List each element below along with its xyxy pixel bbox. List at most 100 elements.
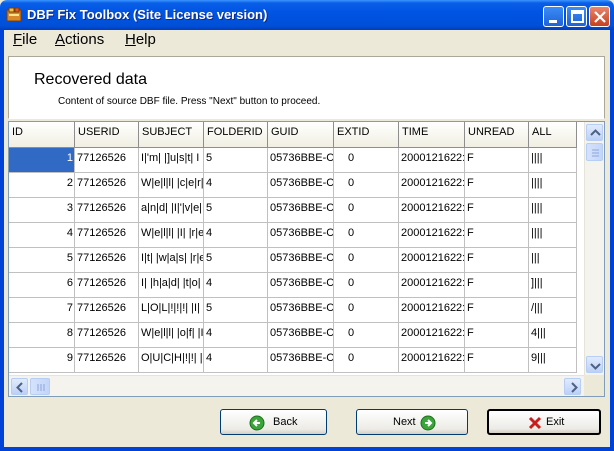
cell-subject[interactable]: I|'m| |]u|s|t| I (139, 148, 204, 173)
cell-all[interactable]: |||| (529, 173, 577, 198)
cell-userid[interactable]: 77126526 (75, 248, 139, 273)
column-header-subject[interactable]: SUBJECT (139, 122, 204, 148)
cell-folderid[interactable]: 5 (204, 198, 268, 223)
cell-extid[interactable]: 0 (334, 348, 399, 373)
cell-unread[interactable]: F (465, 273, 529, 298)
cell-id[interactable]: 5 (9, 248, 75, 273)
table-row[interactable]: 7 77126526 L|O|L|!|!|!| |I| 5 05736BBE-C 0 200… (9, 298, 584, 323)
minimize-button[interactable] (543, 6, 564, 27)
column-header-unread[interactable]: UNREAD (465, 122, 529, 148)
cell-folderid[interactable]: 4 (204, 173, 268, 198)
cell-userid[interactable]: 77126526 (75, 173, 139, 198)
horizontal-scroll-thumb[interactable] (30, 378, 50, 395)
cell-subject[interactable]: W|e|l|l| |c|e|r| (139, 173, 204, 198)
cell-extid[interactable]: 0 (334, 198, 399, 223)
cell-guid[interactable]: 05736BBE-C (268, 223, 334, 248)
cell-unread[interactable]: F (465, 298, 529, 323)
cell-guid[interactable]: 05736BBE-C (268, 198, 334, 223)
cell-guid[interactable]: 05736BBE-C (268, 273, 334, 298)
cell-userid[interactable]: 77126526 (75, 298, 139, 323)
cell-folderid[interactable]: 5 (204, 248, 268, 273)
menu-actions[interactable]: Actions (55, 31, 104, 48)
cell-subject[interactable]: I|t| |w|a|s| |r|e (139, 248, 204, 273)
cell-id[interactable]: 7 (9, 298, 75, 323)
cell-userid[interactable]: 77126526 (75, 348, 139, 373)
cell-id[interactable]: 6 (9, 273, 75, 298)
cell-folderid[interactable]: 4 (204, 323, 268, 348)
cell-userid[interactable]: 77126526 (75, 323, 139, 348)
scroll-down-button[interactable] (586, 356, 603, 373)
cell-subject[interactable]: W|e|l|l| |I| |r|e (139, 223, 204, 248)
column-header-time[interactable]: TIME (399, 122, 465, 148)
cell-all[interactable]: |||| (529, 198, 577, 223)
cell-id[interactable]: 2 (9, 173, 75, 198)
cell-id[interactable]: 1 (9, 148, 75, 173)
cell-time[interactable]: 2000121622: (399, 323, 465, 348)
cell-unread[interactable]: F (465, 323, 529, 348)
scroll-left-button[interactable] (11, 378, 28, 395)
cell-folderid[interactable]: 5 (204, 148, 268, 173)
cell-extid[interactable]: 0 (334, 173, 399, 198)
scroll-up-button[interactable] (586, 124, 603, 141)
close-button[interactable] (589, 6, 610, 27)
cell-all[interactable]: 9||| (529, 348, 577, 373)
cell-userid[interactable]: 77126526 (75, 148, 139, 173)
scroll-right-button[interactable] (564, 378, 581, 395)
cell-guid[interactable]: 05736BBE-C (268, 173, 334, 198)
menu-help[interactable]: Help (125, 31, 156, 48)
column-header-id[interactable]: ID (9, 122, 75, 148)
column-header-folderid[interactable]: FOLDERID (204, 122, 268, 148)
table-row[interactable]: 8 77126526 W|e|l|l| |o|f| |I 4 05736BBE-C 0 20… (9, 323, 584, 348)
column-header-userid[interactable]: USERID (75, 122, 139, 148)
cell-subject[interactable]: I| |h|a|d| |t|o| (139, 273, 204, 298)
cell-all[interactable]: ||| (529, 248, 577, 273)
cell-all[interactable]: |||| (529, 148, 577, 173)
cell-subject[interactable]: a|n|d| |I|'|v|e| (139, 198, 204, 223)
cell-time[interactable]: 2000121622: (399, 273, 465, 298)
cell-extid[interactable]: 0 (334, 298, 399, 323)
cell-guid[interactable]: 05736BBE-C (268, 298, 334, 323)
cell-folderid[interactable]: 5 (204, 298, 268, 323)
table-row[interactable]: 4 77126526 W|e|l|l| |I| |r|e 4 05736BBE-C 0 20… (9, 223, 584, 248)
cell-unread[interactable]: F (465, 348, 529, 373)
cell-unread[interactable]: F (465, 223, 529, 248)
cell-id[interactable]: 4 (9, 223, 75, 248)
exit-button[interactable]: Exit (487, 409, 601, 435)
cell-time[interactable]: 2000121622: (399, 148, 465, 173)
cell-unread[interactable]: F (465, 198, 529, 223)
cell-all[interactable]: |||| (529, 223, 577, 248)
horizontal-scrollbar[interactable] (9, 375, 584, 396)
cell-unread[interactable]: F (465, 173, 529, 198)
cell-extid[interactable]: 0 (334, 273, 399, 298)
cell-time[interactable]: 2000121622: (399, 348, 465, 373)
maximize-button[interactable] (566, 6, 587, 27)
cell-subject[interactable]: O|U|C|H|!|!| |I (139, 348, 204, 373)
cell-extid[interactable]: 0 (334, 223, 399, 248)
table-row[interactable]: 1 77126526 I|'m| |]u|s|t| I 5 05736BBE-C 0 200… (9, 148, 584, 173)
table-row[interactable]: 3 77126526 a|n|d| |I|'|v|e| 5 05736BBE-C 0 200… (9, 198, 584, 223)
cell-time[interactable]: 2000121622: (399, 248, 465, 273)
cell-userid[interactable]: 77126526 (75, 273, 139, 298)
cell-time[interactable]: 2000121622: (399, 173, 465, 198)
table-row[interactable]: 9 77126526 O|U|C|H|!|!| |I 4 05736BBE-C 0 2000… (9, 348, 584, 373)
vertical-scrollbar[interactable] (584, 122, 604, 375)
cell-folderid[interactable]: 4 (204, 273, 268, 298)
cell-guid[interactable]: 05736BBE-C (268, 348, 334, 373)
cell-id[interactable]: 3 (9, 198, 75, 223)
cell-id[interactable]: 8 (9, 323, 75, 348)
cell-folderid[interactable]: 4 (204, 223, 268, 248)
cell-time[interactable]: 2000121622: (399, 198, 465, 223)
menu-file[interactable]: File (13, 31, 37, 48)
cell-unread[interactable]: F (465, 248, 529, 273)
cell-all[interactable]: 4||| (529, 323, 577, 348)
table-row[interactable]: 6 77126526 I| |h|a|d| |t|o| 4 05736BBE-C 0 200… (9, 273, 584, 298)
cell-extid[interactable]: 0 (334, 323, 399, 348)
cell-time[interactable]: 2000121622: (399, 223, 465, 248)
table-row[interactable]: 5 77126526 I|t| |w|a|s| |r|e 5 05736BBE-C 0 20… (9, 248, 584, 273)
cell-subject[interactable]: W|e|l|l| |o|f| |I (139, 323, 204, 348)
cell-folderid[interactable]: 4 (204, 348, 268, 373)
cell-userid[interactable]: 77126526 (75, 223, 139, 248)
vertical-scroll-thumb[interactable] (586, 143, 603, 161)
column-header-all[interactable]: ALL (529, 122, 577, 148)
cell-all[interactable]: /||| (529, 298, 577, 323)
